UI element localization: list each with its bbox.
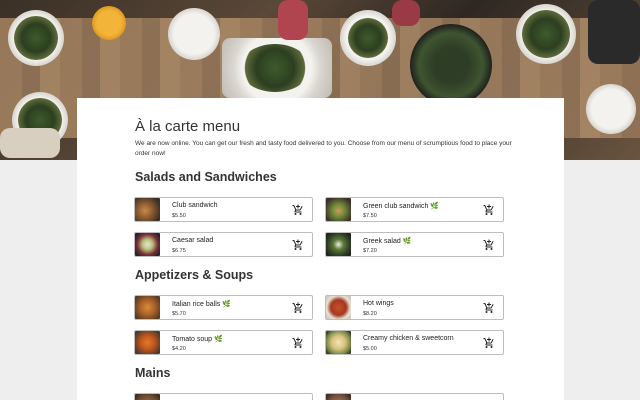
person-sleeve-image	[0, 128, 60, 158]
cart-add-icon[interactable]	[292, 337, 304, 349]
person-sleeve-image	[278, 0, 308, 40]
salad-image	[522, 10, 570, 58]
greek-salad-image	[326, 233, 351, 256]
menu-item[interactable]: Hot wings $8.20	[325, 295, 504, 320]
menu-item-name: Hot wings	[363, 300, 394, 307]
cart-add-icon[interactable]	[292, 239, 304, 251]
menu-item[interactable]: Club sandwich $5.50	[134, 197, 313, 222]
menu-item[interactable]	[325, 393, 504, 400]
menu-item[interactable]: Green club sandwich 🌿 $7.50	[325, 197, 504, 222]
creamy-chicken-sweetcorn-image	[326, 331, 351, 354]
vegetarian-leaf-icon: 🌿	[222, 301, 231, 308]
menu-item-name: Club sandwich	[172, 202, 218, 209]
italian-rice-balls-image	[135, 296, 160, 319]
menu-item[interactable]: Greek salad 🌿 $7.20	[325, 232, 504, 257]
fish-dish-image	[240, 44, 310, 92]
cart-add-icon[interactable]	[292, 302, 304, 314]
vegetarian-leaf-icon: 🌿	[402, 238, 412, 245]
cart-add-icon[interactable]	[292, 204, 304, 216]
menu-item[interactable]: Italian rice balls 🌿 $5.70	[134, 295, 313, 320]
club-sandwich-image	[135, 198, 160, 221]
menu-item-price: $6.75	[172, 248, 186, 254]
menu-item-price: $5.00	[363, 346, 377, 352]
mains-item-image	[326, 394, 351, 400]
salad-image	[14, 16, 58, 60]
caesar-salad-image	[135, 233, 160, 256]
menu-item-name: Tomato soup 🌿	[172, 336, 223, 343]
vegetarian-leaf-icon: 🌿	[430, 203, 440, 210]
person-sleeve-image	[392, 0, 420, 26]
salad-bowl-image	[410, 24, 492, 106]
section-title: Appetizers & Soups	[135, 268, 254, 282]
plate-image	[586, 84, 636, 134]
cart-add-icon[interactable]	[483, 337, 495, 349]
hot-wings-image	[326, 296, 351, 319]
tomato-soup-image	[135, 331, 160, 354]
menu-item-price: $7.20	[363, 248, 377, 254]
intro-text: We are now online. You can get our fresh…	[135, 140, 512, 157]
juice-glass-image	[92, 6, 126, 40]
section-title: Mains	[135, 366, 171, 380]
menu-item-name: Greek salad 🌿	[363, 238, 412, 245]
green-club-sandwich-image	[326, 198, 351, 221]
cart-add-icon[interactable]	[483, 302, 495, 314]
mains-item-image	[135, 394, 160, 400]
menu-item-name: Italian rice balls 🌿	[172, 301, 231, 308]
cart-add-icon[interactable]	[483, 204, 495, 216]
menu-item-name: Caesar salad	[172, 237, 214, 244]
menu-item-name: Creamy chicken & sweetcorn	[363, 335, 454, 342]
menu-item-price: $5.70	[172, 311, 186, 317]
menu-item[interactable]: Creamy chicken & sweetcorn $5.00	[325, 330, 504, 355]
vegetarian-leaf-icon: 🌿	[214, 336, 223, 343]
menu-item-price: $5.50	[172, 213, 186, 219]
salad-image	[348, 18, 388, 58]
menu-item[interactable]: Tomato soup 🌿 $4.20	[134, 330, 313, 355]
section-title: Salads and Sandwiches	[135, 170, 277, 184]
menu-item[interactable]: Caesar salad $6.75	[134, 232, 313, 257]
cart-add-icon[interactable]	[483, 239, 495, 251]
plate-image	[168, 8, 220, 60]
menu-item-price: $7.50	[363, 213, 377, 219]
serving-board-image	[588, 0, 640, 64]
menu-item-name: Green club sandwich 🌿	[363, 203, 440, 210]
menu-item[interactable]	[134, 393, 313, 400]
page-title: À la carte menu	[135, 118, 241, 135]
menu-item-price: $4.20	[172, 346, 186, 352]
menu-item-price: $8.20	[363, 311, 377, 317]
menu-card: À la carte menu We are now online. You c…	[77, 98, 564, 400]
